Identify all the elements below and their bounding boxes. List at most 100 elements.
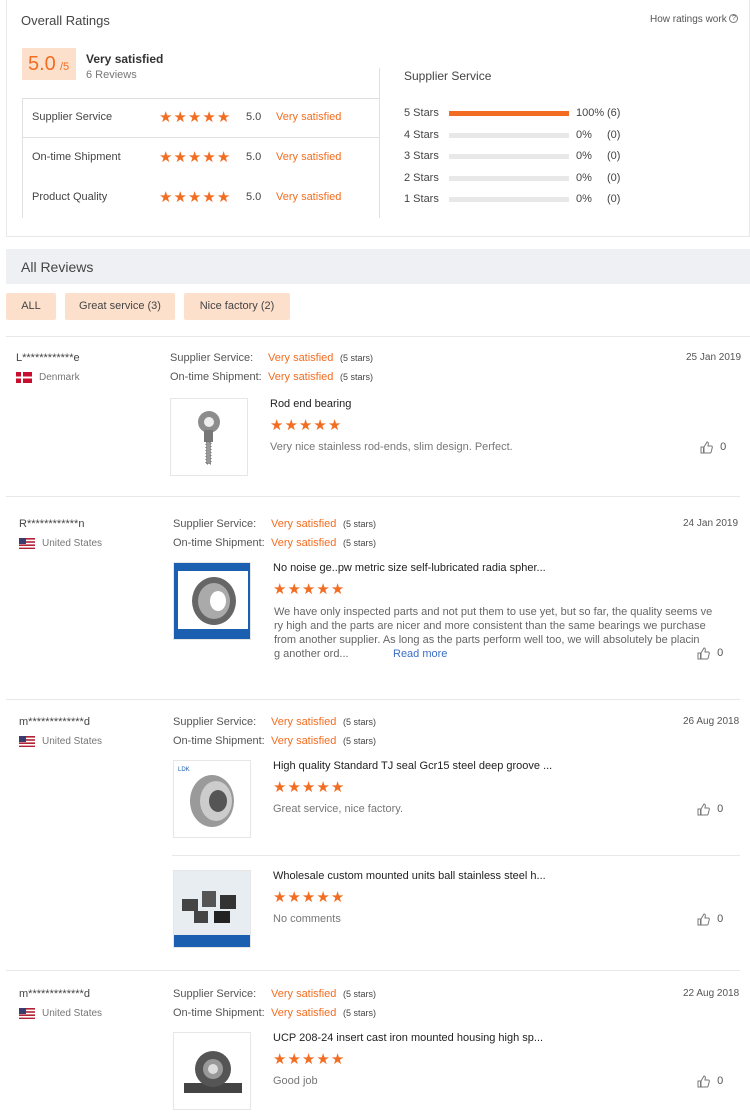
supplier-service-verdict: Very satisfied	[271, 988, 337, 1000]
reviewer-name: m*************d	[19, 988, 90, 1000]
breakdown-bar	[449, 132, 569, 138]
star-icon: ★	[313, 417, 327, 434]
breakdown-bar	[449, 197, 569, 202]
star-icon: ★	[316, 889, 330, 906]
star-icon: ★	[159, 189, 173, 206]
breakdown-percent: 100%	[576, 107, 605, 119]
star-icon: ★	[330, 581, 345, 598]
breakdown-percent: 0%	[576, 150, 592, 162]
supplier-service-label: Supplier Service:	[173, 716, 257, 728]
us-flag-icon	[19, 538, 35, 549]
review-separator	[6, 496, 740, 497]
review-text: Great service, nice factory.	[273, 803, 404, 815]
product-title-link[interactable]: Wholesale custom mounted units ball stai…	[273, 870, 546, 882]
on-time-shipment-label: On-time Shipment:	[173, 537, 265, 549]
like-button[interactable]: 0	[697, 803, 723, 816]
breakdown-star-label: 1 Stars	[404, 193, 439, 205]
on-time-shipment-label: On-time Shipment:	[170, 371, 262, 383]
filter-nice-factory-button[interactable]: Nice factory (2)	[184, 293, 290, 320]
star-icon: ★	[216, 109, 231, 126]
star-icon: ★	[316, 779, 330, 796]
overall-score: 5.0	[28, 53, 56, 75]
star-icon: ★	[287, 1051, 301, 1068]
on-time-shipment-verdict: Very satisfied	[271, 735, 337, 747]
read-more-link[interactable]: Read more	[393, 648, 447, 660]
filter-all-button[interactable]: ALL	[6, 293, 56, 320]
star-icon: ★	[330, 889, 345, 906]
star-icon: ★	[216, 149, 231, 166]
star-icon: ★	[187, 149, 202, 166]
review-text: We have only inspected parts and not put…	[274, 606, 713, 618]
star-icon: ★	[273, 1051, 287, 1068]
product-title-link[interactable]: UCP 208-24 insert cast iron mounted hous…	[273, 1032, 543, 1044]
product-thumbnail[interactable]	[173, 562, 251, 640]
review-date: 25 Jan 2019	[686, 352, 742, 363]
spherical-bearing-image	[174, 563, 250, 639]
all-reviews-header: All Reviews	[6, 249, 750, 284]
overall-ratings-title: Overall Ratings	[21, 13, 110, 28]
thumbs-up-icon	[697, 647, 710, 660]
product-thumbnail[interactable]: LDK	[173, 760, 251, 838]
star-icon: ★	[316, 1051, 330, 1068]
country-name: United States	[42, 1008, 103, 1020]
like-count: 0	[720, 441, 727, 454]
reviews-count: 6 Reviews	[86, 69, 137, 81]
like-button[interactable]: 0	[697, 913, 723, 926]
breakdown-count: (0)	[607, 150, 621, 162]
star-icon: ★	[270, 417, 284, 434]
star-icon: ★	[301, 581, 316, 598]
review-text: g another ord...	[274, 648, 349, 660]
star-icon: ★	[202, 149, 216, 166]
review-date: 24 Jan 2019	[683, 518, 739, 529]
like-count: 0	[717, 803, 724, 816]
thumbs-up-icon	[697, 803, 710, 816]
star-icon: ★	[273, 779, 287, 796]
product-title-link[interactable]: Rod end bearing	[270, 398, 351, 410]
breakdown-bar-fill	[449, 111, 569, 116]
breakdown-count: (0)	[607, 128, 621, 141]
star-icon: ★	[330, 779, 345, 796]
denmark-flag-icon	[16, 372, 32, 383]
star-rating: ★★★★★	[159, 190, 231, 205]
criteria-score: 5.0	[246, 151, 262, 163]
star-icon: ★	[173, 149, 187, 166]
criteria-score: 5.0	[246, 191, 262, 203]
star-icon: ★	[273, 581, 287, 598]
product-title-link[interactable]: No noise ge..pw metric size self-lubrica…	[273, 562, 546, 574]
supplier-service-stars: (5 stars)	[343, 989, 377, 999]
star-icon: ★	[202, 109, 216, 126]
breakdown-bar	[449, 111, 569, 116]
star-rating: ★★★★★	[273, 890, 345, 905]
star-icon: ★	[173, 189, 187, 206]
product-thumbnail[interactable]	[170, 398, 248, 476]
supplier-service-stars: (5 stars)	[343, 519, 377, 529]
product-thumbnail[interactable]	[173, 1032, 251, 1110]
thumbs-up-icon	[700, 441, 713, 454]
overall-score-suffix: /5	[60, 61, 70, 73]
thumbs-up-icon	[697, 913, 710, 926]
on-time-shipment-stars: (5 stars)	[343, 538, 377, 548]
review-text: ry high and the parts are nicer and more…	[274, 620, 706, 632]
like-button[interactable]: 0	[697, 647, 723, 660]
star-rating: ★★★★★	[159, 110, 231, 125]
reviewer-country: United States	[19, 736, 102, 747]
mounted-units-image	[174, 871, 250, 947]
pillow-block-image	[174, 1033, 250, 1109]
reviewer-country: United States	[19, 1008, 102, 1019]
product-thumbnail[interactable]	[173, 870, 251, 948]
breakdown-star-label: 2 Stars	[404, 171, 439, 184]
criteria-label: Product Quality	[32, 191, 108, 203]
rod-end-image	[198, 411, 220, 465]
how-ratings-work-link[interactable]: How ratings work ?	[650, 14, 739, 25]
star-rating: ★★★★★	[273, 780, 345, 795]
overall-summary: Very satisfied	[86, 52, 164, 66]
product-title-link[interactable]: High quality Standard TJ seal Gcr15 stee…	[273, 760, 552, 772]
like-button[interactable]: 0	[697, 1075, 723, 1088]
filter-great-service-button[interactable]: Great service (3)	[65, 293, 175, 320]
breakdown-count: (0)	[607, 193, 621, 205]
star-icon: ★	[159, 149, 173, 166]
supplier-service-label: Supplier Service:	[173, 988, 257, 1000]
like-button[interactable]: 0	[700, 441, 726, 454]
like-count: 0	[717, 913, 724, 926]
country-name: United States	[42, 736, 103, 748]
